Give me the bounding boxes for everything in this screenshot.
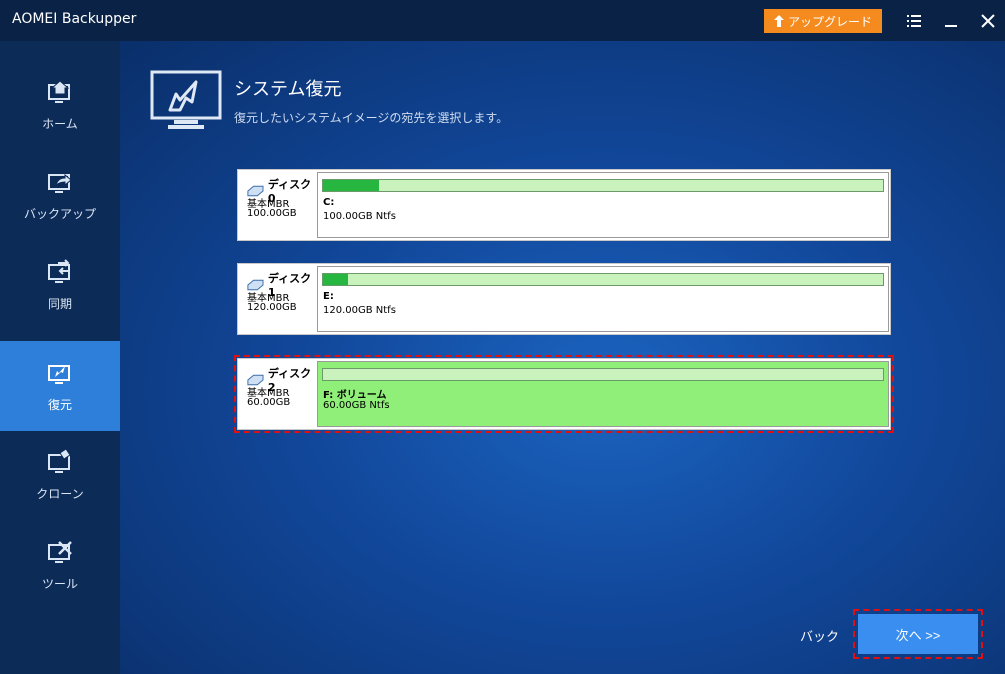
disk-info: ディスク2 基本MBR 60.00GB [238,359,316,429]
partition-label: C: [323,197,335,208]
page-subtitle: 復元したいシステムイメージの宛先を選択します。 [234,111,509,125]
sync-icon [48,258,70,283]
back-button[interactable]: バック [800,626,839,645]
upgrade-button[interactable]: アップグレード [764,9,882,33]
partition[interactable]: F: ボリューム 60.00GB Ntfs [317,361,889,427]
disk-size: 60.00GB [247,397,291,408]
menu-icon[interactable] [903,10,925,32]
partition-label: E: [323,291,334,302]
sidebar-item-restore[interactable]: 復元 [0,341,120,431]
sidebar-item-tools[interactable]: ツール [0,520,120,610]
title-bar: AOMEI Backupper アップグレード [0,0,1005,41]
partition-detail: 60.00GB Ntfs [323,400,390,411]
disk-info: ディスク1 基本MBR 120.00GB [238,264,316,334]
sidebar: ホーム バックアップ 同期 復元 クローン ツール [0,41,120,674]
tools-icon [48,540,72,563]
usage-bar [322,179,884,192]
partition-detail: 120.00GB Ntfs [323,305,396,316]
disk-size: 100.00GB [247,208,297,219]
sidebar-item-label: バックアップ [23,206,96,221]
page-title: システム復元 [234,79,342,100]
close-icon[interactable] [977,10,999,32]
partition[interactable]: C: 100.00GB Ntfs [317,172,889,238]
sidebar-item-label: ツール [41,576,78,591]
sidebar-item-home[interactable]: ホーム [0,60,120,150]
usage-bar-fill [323,180,379,191]
sidebar-item-clone[interactable]: クローン [0,430,120,520]
disk-row[interactable]: ディスク1 基本MBR 120.00GB E: 120.00GB Ntfs [237,263,891,335]
upgrade-label: アップグレード [787,14,872,29]
sidebar-item-backup[interactable]: バックアップ [0,150,120,240]
usage-bar-fill [323,274,349,285]
disk-info: ディスク0 基本MBR 100.00GB [238,170,316,240]
restore-icon [48,364,70,384]
minimize-icon[interactable] [940,10,962,32]
next-button[interactable]: 次へ >> [853,609,983,659]
home-icon [48,79,70,103]
sidebar-item-label: ホーム [42,116,78,131]
partition-detail: 100.00GB Ntfs [323,211,396,222]
system-restore-icon [150,70,222,129]
usage-bar [322,273,884,286]
sidebar-item-label: クローン [36,486,84,501]
disk-row-selected[interactable]: ディスク2 基本MBR 60.00GB F: ボリューム 60.00GB Ntf… [234,355,894,433]
main-panel: システム復元 復元したいシステムイメージの宛先を選択します。 ディスク0 基本M… [120,41,1005,674]
sidebar-item-sync[interactable]: 同期 [0,240,120,330]
sidebar-item-label: 同期 [47,296,72,311]
sidebar-item-label: 復元 [47,397,72,412]
usage-bar [322,368,884,381]
app-title: AOMEI Backupper [12,11,137,27]
upgrade-arrow-icon [773,15,784,27]
backup-icon [48,173,72,193]
clone-icon [48,448,71,473]
partition-label: F: ボリューム [323,390,387,401]
disk-size: 120.00GB [247,302,297,313]
disk-row[interactable]: ディスク0 基本MBR 100.00GB C: 100.00GB Ntfs [237,169,891,241]
partition[interactable]: E: 120.00GB Ntfs [317,266,889,332]
